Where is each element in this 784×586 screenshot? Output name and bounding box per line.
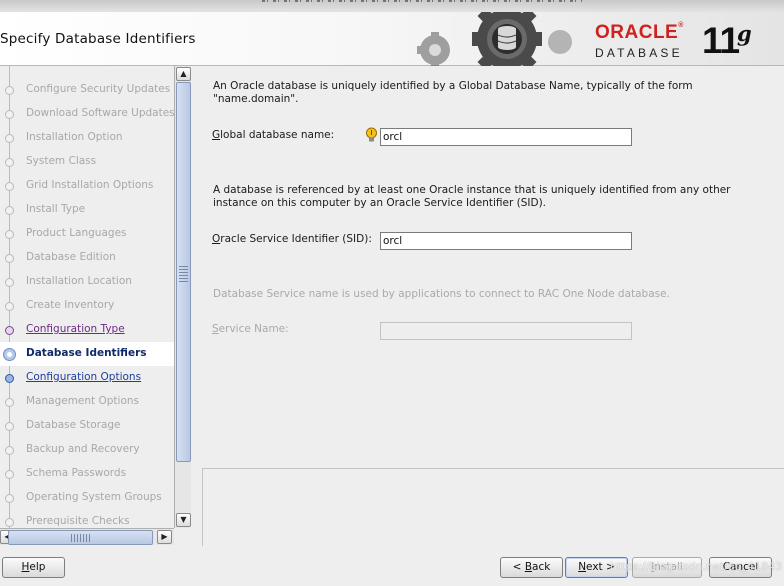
brand-version-suffix: g	[737, 21, 752, 46]
global-database-name-label: Global database name:	[212, 129, 335, 141]
next-button[interactable]: Next >	[565, 557, 628, 578]
nav-step-label: Schema Passwords	[26, 467, 127, 479]
brand-version: 11	[702, 20, 740, 61]
nav-step-label: Download Software Updates	[26, 107, 174, 119]
nav-step-configuration-options[interactable]: Configuration Options	[0, 366, 174, 390]
nav-step-label: Configure Security Updates	[26, 83, 171, 95]
nav-step-label: Installation Option	[26, 131, 123, 143]
lightbulb-hint-icon[interactable]	[365, 127, 378, 143]
window-top-strip	[0, 0, 784, 12]
nav-vertical-scrollbar[interactable]: ▲ ▼	[174, 66, 191, 528]
nav-step-label: Backup and Recovery	[26, 443, 140, 455]
nav-step-label: Installation Location	[26, 275, 132, 287]
scroll-right-arrow-icon[interactable]: ▶	[157, 530, 172, 544]
sid-input[interactable]: orcl	[380, 232, 632, 250]
brand-database-text: DATABASE	[595, 46, 683, 60]
nav-step-management-options: Management Options	[0, 390, 174, 414]
nav-step-label: Create Inventory	[26, 299, 115, 311]
nav-step-label: Operating System Groups	[26, 491, 162, 503]
nav-step-label: Grid Installation Options	[26, 179, 154, 191]
scroll-thumb[interactable]	[176, 82, 191, 462]
nav-step-download-software-updates: Download Software Updates	[0, 102, 174, 126]
nav-step-label: Database Storage	[26, 419, 121, 431]
global-database-name-input[interactable]: orcl	[380, 128, 632, 146]
sid-description: A database is referenced by at least one…	[213, 184, 731, 209]
step-marker-icon	[5, 86, 14, 95]
nav-step-product-languages: Product Languages	[0, 222, 174, 246]
step-marker-icon	[5, 158, 14, 167]
nav-step-configuration-type[interactable]: Configuration Type	[0, 318, 174, 342]
cancel-button[interactable]: Cancel	[709, 557, 772, 578]
scroll-up-arrow-icon[interactable]: ▲	[176, 67, 191, 81]
nav-step-create-inventory: Create Inventory	[0, 294, 174, 318]
nav-step-database-edition: Database Edition	[0, 246, 174, 270]
step-marker-icon	[5, 470, 14, 479]
nav-step-installation-location: Installation Location	[0, 270, 174, 294]
step-marker-icon	[5, 422, 14, 431]
nav-step-backup-and-recovery: Backup and Recovery	[0, 438, 174, 462]
nav-step-configure-security-updates: Configure Security Updates	[0, 78, 174, 102]
nav-step-label: Prerequisite Checks	[26, 515, 130, 527]
nav-step-label: System Class	[26, 155, 97, 167]
sid-label: Oracle Service Identifier (SID):	[212, 233, 372, 245]
back-button[interactable]: < Back	[500, 557, 563, 578]
nav-step-label: Install Type	[26, 203, 86, 215]
nav-step-system-class: System Class	[0, 150, 174, 174]
nav-step-install-type: Install Type	[0, 198, 174, 222]
step-marker-icon	[5, 254, 14, 263]
service-name-description: Database Service name is used by applica…	[213, 288, 670, 300]
gears-icon	[417, 12, 572, 66]
oracle-logo: ORACLE® DATABASE 11 g	[595, 20, 752, 61]
step-marker-icon	[5, 326, 14, 335]
nav-step-grid-installation-options: Grid Installation Options	[0, 174, 174, 198]
clipped-title-text	[262, 0, 582, 2]
step-marker-icon	[5, 110, 14, 119]
message-panel	[202, 468, 784, 546]
step-marker-icon	[5, 278, 14, 287]
nav-step-label: Management Options	[26, 395, 140, 407]
installer-header: Specify Database Identifiers ORACLE® DAT…	[0, 12, 784, 66]
step-marker-icon	[5, 398, 14, 407]
nav-step-label: Database Edition	[26, 251, 116, 263]
service-name-input	[380, 322, 632, 340]
step-marker-icon	[3, 348, 16, 361]
step-marker-icon	[5, 518, 14, 527]
step-marker-icon	[5, 446, 14, 455]
install-button: Install	[632, 557, 702, 578]
step-marker-icon	[5, 206, 14, 215]
scroll-down-arrow-icon[interactable]: ▼	[176, 513, 191, 527]
nav-step-schema-passwords: Schema Passwords	[0, 462, 174, 486]
scroll-thumb[interactable]	[8, 530, 153, 545]
nav-step-label: Database Identifiers	[26, 347, 147, 359]
step-marker-icon	[5, 182, 14, 191]
nav-step-operating-system-groups: Operating System Groups	[0, 486, 174, 510]
service-name-label: Service Name:	[212, 323, 289, 335]
main-panel: An Oracle database is uniquely identifie…	[202, 66, 784, 468]
nav-step-installation-option: Installation Option	[0, 126, 174, 150]
nav-step-database-storage: Database Storage	[0, 414, 174, 438]
step-marker-icon	[5, 230, 14, 239]
nav-step-prerequisite-checks: Prerequisite Checks	[0, 510, 174, 528]
help-button[interactable]: Help	[2, 557, 65, 578]
step-marker-icon	[5, 494, 14, 503]
nav-step-label: Configuration Type	[26, 323, 125, 335]
step-navigation: Configure Security Updates Download Softw…	[0, 66, 174, 528]
global-name-description: An Oracle database is uniquely identifie…	[213, 80, 693, 105]
step-marker-icon	[5, 134, 14, 143]
page-title: Specify Database Identifiers	[0, 31, 196, 47]
brand-oracle-text: ORACLE	[595, 22, 679, 43]
step-marker-icon	[5, 374, 14, 383]
nav-step-database-identifiers: Database Identifiers	[0, 342, 174, 366]
grip-icon	[71, 534, 91, 542]
step-marker-icon	[5, 302, 14, 311]
nav-horizontal-scrollbar[interactable]: ◀ ▶	[0, 528, 174, 545]
nav-step-label: Configuration Options	[26, 371, 142, 383]
nav-step-label: Product Languages	[26, 227, 127, 239]
grip-icon	[179, 266, 188, 284]
